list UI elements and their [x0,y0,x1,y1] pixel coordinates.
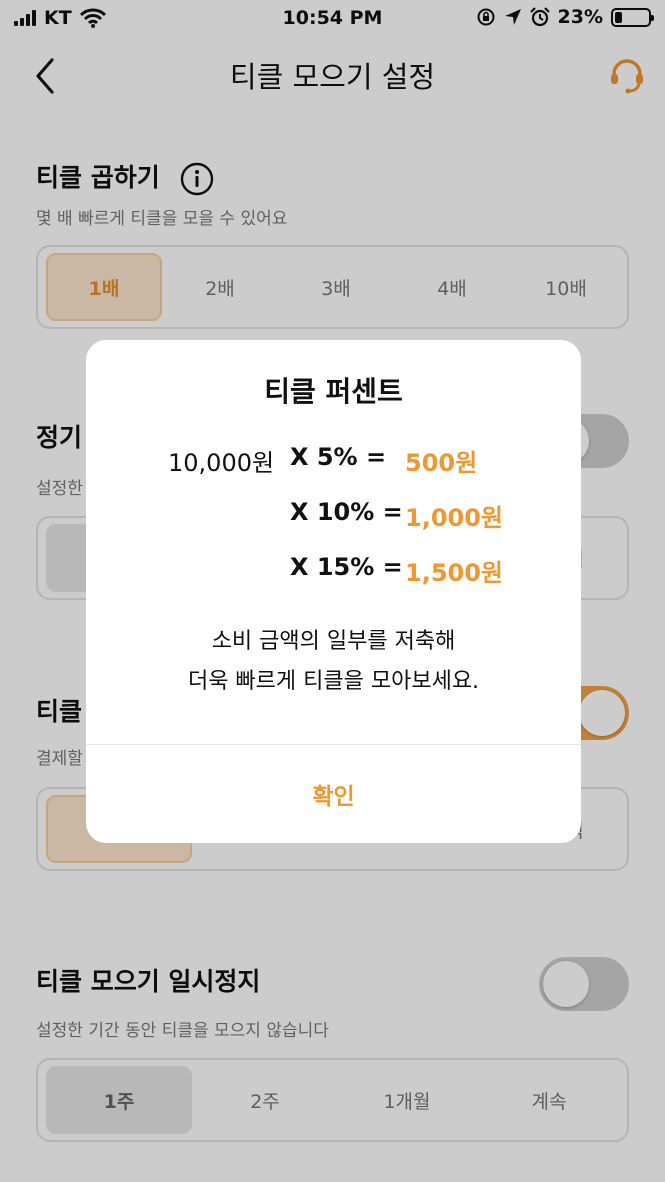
calc-result: 500원 [405,449,478,477]
modal-title: 티클 퍼센트 [264,375,403,408]
calc-base-amount: 10,000원 [168,449,275,477]
modal-message: 소비 금액의 일부를 저축해 더욱 빠르게 티클을 모아보세요. [86,622,581,702]
modal-message-line2: 더욱 빠르게 티클을 모아보세요. [187,669,480,694]
calc-row-15: X 15% = 1,500원 [86,553,581,593]
screen: KT 10:54 PM 23% 티클 모으기 설정 티클 곱하기 몇 배 빠르게… [0,0,665,1182]
calc-row-5: 10,000원 X 5% = 500원 [86,443,581,483]
confirm-button[interactable]: 확인 [86,745,581,843]
calc-multiplier: X 5% = [290,443,387,471]
percent-info-modal: 티클 퍼센트 10,000원 X 5% = 500원 X 10% = 1,000… [86,340,581,843]
modal-message-line1: 소비 금액의 일부를 저축해 [211,629,456,654]
calc-result: 1,000원 [405,504,503,532]
calc-row-10: X 10% = 1,000원 [86,498,581,538]
calc-result: 1,500원 [405,559,503,587]
calc-multiplier: X 15% = [290,553,403,581]
calc-multiplier: X 10% = [290,498,403,526]
